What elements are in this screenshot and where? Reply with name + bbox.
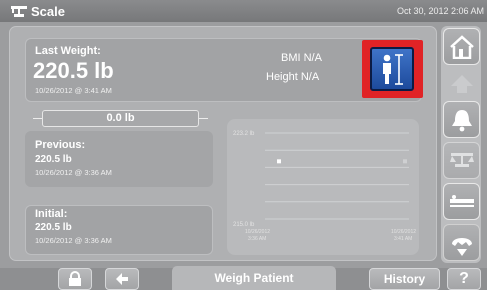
last-weight-value: 220.5 lb <box>33 58 114 83</box>
transfer-button[interactable] <box>443 224 480 261</box>
previous-label: Previous: <box>35 139 86 151</box>
bmi-value: BMI N/A <box>281 52 322 64</box>
date-time: Oct 30, 2012 2:06 AM <box>396 6 484 16</box>
back-button[interactable] <box>105 268 139 290</box>
tab-weigh-patient[interactable]: Weigh Patient <box>172 266 336 290</box>
initial-value: 220.5 lb <box>35 222 72 233</box>
app-title: Scale <box>11 4 65 19</box>
scale-zero-icon <box>449 152 474 167</box>
lock-button[interactable] <box>58 268 92 290</box>
back-arrow-icon <box>116 273 128 285</box>
y-tick-label: 223.2 lb <box>233 131 255 137</box>
bell-icon <box>451 109 472 131</box>
bed-button[interactable] <box>443 183 480 220</box>
help-button[interactable]: ? <box>447 268 481 290</box>
previous-value: 220.5 lb <box>35 154 72 165</box>
x-tick-label: 3:41 AM <box>394 236 412 242</box>
bmi-height-icon <box>383 54 403 85</box>
tare-display: 0.0 lb <box>42 110 199 127</box>
home-icon <box>449 34 474 59</box>
lock-icon <box>69 271 81 286</box>
alarm-button[interactable] <box>443 101 480 138</box>
chart-plot: 223.2 lb215.0 lb10/26/20123:36 AM10/26/2… <box>233 131 416 242</box>
x-tick-label: 10/26/2012 <box>391 229 416 235</box>
up-arrow-icon <box>450 75 473 93</box>
initial-timestamp: 10/26/2012 @ 3:36 AM <box>35 236 112 245</box>
history-button[interactable]: History <box>369 268 440 290</box>
transfer-icon <box>451 237 472 256</box>
data-point <box>277 159 281 164</box>
x-tick-label: 10/26/2012 <box>245 229 270 235</box>
scale-icon <box>11 6 27 17</box>
height-value: Height N/A <box>266 71 320 83</box>
app-title-text: Scale <box>31 4 65 19</box>
y-tick-label: 215.0 lb <box>233 222 255 228</box>
data-point <box>403 159 407 164</box>
previous-timestamp: 10/26/2012 @ 3:36 AM <box>35 168 112 177</box>
bmi-height-button[interactable] <box>370 47 414 91</box>
home-button[interactable] <box>443 28 480 65</box>
initial-label: Initial: <box>35 208 68 220</box>
scale-zero-button[interactable] <box>443 142 480 179</box>
last-weight-label: Last Weight: <box>35 45 101 57</box>
last-weight-timestamp: 10/26/2012 @ 3:41 AM <box>35 86 112 95</box>
bed-icon <box>449 194 474 207</box>
scroll-up-button[interactable] <box>443 69 480 99</box>
x-tick-label: 3:36 AM <box>248 236 266 242</box>
